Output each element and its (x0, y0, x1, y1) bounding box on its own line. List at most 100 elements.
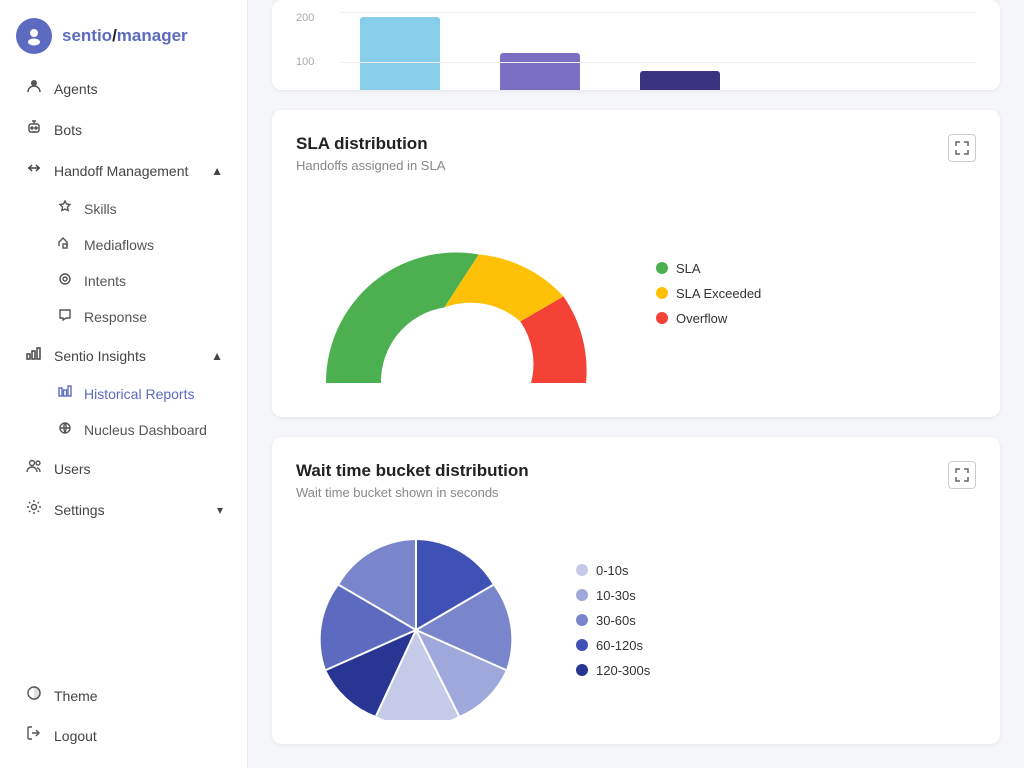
agents-label: Agents (54, 81, 98, 97)
insights-label: Sentio Insights (54, 348, 146, 364)
wait-legend-0-10: 0-10s (576, 563, 650, 578)
handoff-chevron: ▲ (211, 164, 223, 178)
wait-time-title: Wait time bucket distribution (296, 461, 529, 481)
sla-legend-overflow-label: Overflow (676, 311, 727, 326)
historical-reports-label: Historical Reports (84, 386, 194, 402)
label-0-10: 0-10s (596, 563, 629, 578)
sla-overflow-dot (656, 312, 668, 324)
sidebar-item-theme[interactable]: Theme (8, 676, 239, 715)
sidebar-item-bots[interactable]: Bots (8, 110, 239, 149)
sidebar-item-nucleus-dashboard[interactable]: Nucleus Dashboard (8, 413, 239, 447)
dot-30-60 (576, 614, 588, 626)
bar-abandoned (500, 53, 580, 90)
sidebar-item-intents[interactable]: Intents (8, 264, 239, 298)
wait-legend-30-60: 30-60s (576, 613, 650, 628)
handoff-label: Handoff Management (54, 163, 188, 179)
skills-label: Skills (84, 201, 117, 217)
sidebar-item-users[interactable]: Users (8, 449, 239, 488)
sla-legend-sla: SLA (656, 261, 761, 276)
dot-60-120 (576, 639, 588, 651)
mediaflows-label: Mediaflows (84, 237, 154, 253)
sidebar-item-skills[interactable]: Skills (8, 192, 239, 226)
users-label: Users (54, 461, 91, 477)
bar-assigned (360, 17, 440, 90)
settings-icon (24, 499, 44, 520)
sla-body: SLA SLA Exceeded Overflow (296, 193, 976, 393)
sla-card-titles: SLA distribution Handoffs assigned in SL… (296, 134, 445, 189)
wait-legend-120-300: 120-300s (576, 663, 650, 678)
label-60-120: 60-120s (596, 638, 643, 653)
sla-card-header: SLA distribution Handoffs assigned in SL… (296, 134, 976, 189)
sla-subtitle: Handoffs assigned in SLA (296, 158, 445, 173)
skills-icon (56, 200, 74, 218)
y-label-100: 100 (296, 56, 314, 68)
wait-time-subtitle: Wait time bucket shown in seconds (296, 485, 529, 500)
sla-card: SLA distribution Handoffs assigned in SL… (272, 110, 1000, 417)
wait-legend-10-30: 10-30s (576, 588, 650, 603)
bar-cancelled (640, 71, 720, 90)
nucleus-icon (56, 421, 74, 439)
sla-dot (656, 262, 668, 274)
grid-line-top (340, 12, 976, 13)
main-content: 200 100 0 (248, 0, 1024, 768)
logout-icon (24, 725, 44, 746)
handoff-icon (24, 160, 44, 181)
sidebar-item-historical-reports[interactable]: Historical Reports (8, 377, 239, 411)
y-label-200: 200 (296, 12, 314, 24)
agents-icon (24, 78, 44, 99)
sidebar-group-insights[interactable]: Sentio Insights ▲ (8, 336, 239, 375)
label-30-60: 30-60s (596, 613, 636, 628)
sidebar-group-handoff[interactable]: Handoff Management ▲ (8, 151, 239, 190)
dot-120-300 (576, 664, 588, 676)
bar-abandoned-group (500, 53, 580, 90)
label-10-30: 10-30s (596, 588, 636, 603)
sla-legend-sla-label: SLA (676, 261, 701, 276)
bars-group (340, 12, 976, 90)
mediaflows-icon (56, 236, 74, 254)
sidebar-item-agents[interactable]: Agents (8, 69, 239, 108)
logout-label: Logout (54, 728, 97, 744)
sidebar: sentio/manager Agents Bots Handoff Manag… (0, 0, 248, 768)
historical-reports-icon (56, 385, 74, 403)
sidebar-bottom: Theme Logout (0, 675, 247, 768)
sla-legend-overflow: Overflow (656, 311, 761, 326)
bar-assigned-group (360, 17, 440, 90)
logo-text: sentio/manager (62, 26, 188, 46)
sla-title: SLA distribution (296, 134, 445, 154)
users-icon (24, 458, 44, 479)
sidebar-item-mediaflows[interactable]: Mediaflows (8, 228, 239, 262)
sidebar-item-settings[interactable]: Settings ▾ (8, 490, 239, 529)
sidebar-item-logout[interactable]: Logout (8, 716, 239, 755)
response-icon (56, 308, 74, 326)
wait-time-pie (296, 520, 536, 720)
wait-time-body: 0-10s 10-30s 30-60s 60-120s 120-300s (296, 520, 976, 720)
dot-0-10 (576, 564, 588, 576)
bots-icon (24, 119, 44, 140)
bars-area (340, 12, 976, 90)
sla-donut (296, 193, 616, 393)
wait-time-expand-button[interactable] (948, 461, 976, 489)
y-axis: 200 100 0 (296, 12, 320, 90)
theme-label: Theme (54, 688, 98, 704)
sla-green-segment (326, 253, 479, 383)
sla-exceeded-dot (656, 287, 668, 299)
logo-avatar (16, 18, 52, 54)
wait-legend-60-120: 60-120s (576, 638, 650, 653)
sla-legend-exceeded: SLA Exceeded (656, 286, 761, 301)
dot-10-30 (576, 589, 588, 601)
intents-icon (56, 272, 74, 290)
sidebar-item-response[interactable]: Response (8, 300, 239, 334)
bar-chart-card: 200 100 0 (272, 0, 1000, 90)
sla-expand-button[interactable] (948, 134, 976, 162)
insights-chevron: ▲ (211, 349, 223, 363)
logo: sentio/manager (0, 0, 247, 68)
wait-time-legend: 0-10s 10-30s 30-60s 60-120s 120-300s (576, 563, 650, 678)
insights-icon (24, 345, 44, 366)
settings-chevron: ▾ (217, 503, 223, 517)
grid-line-mid (340, 62, 976, 63)
wait-time-card: Wait time bucket distribution Wait time … (272, 437, 1000, 744)
settings-label: Settings (54, 502, 105, 518)
wait-time-svg (296, 520, 536, 720)
sla-legend: SLA SLA Exceeded Overflow (656, 261, 761, 326)
response-label: Response (84, 309, 147, 325)
